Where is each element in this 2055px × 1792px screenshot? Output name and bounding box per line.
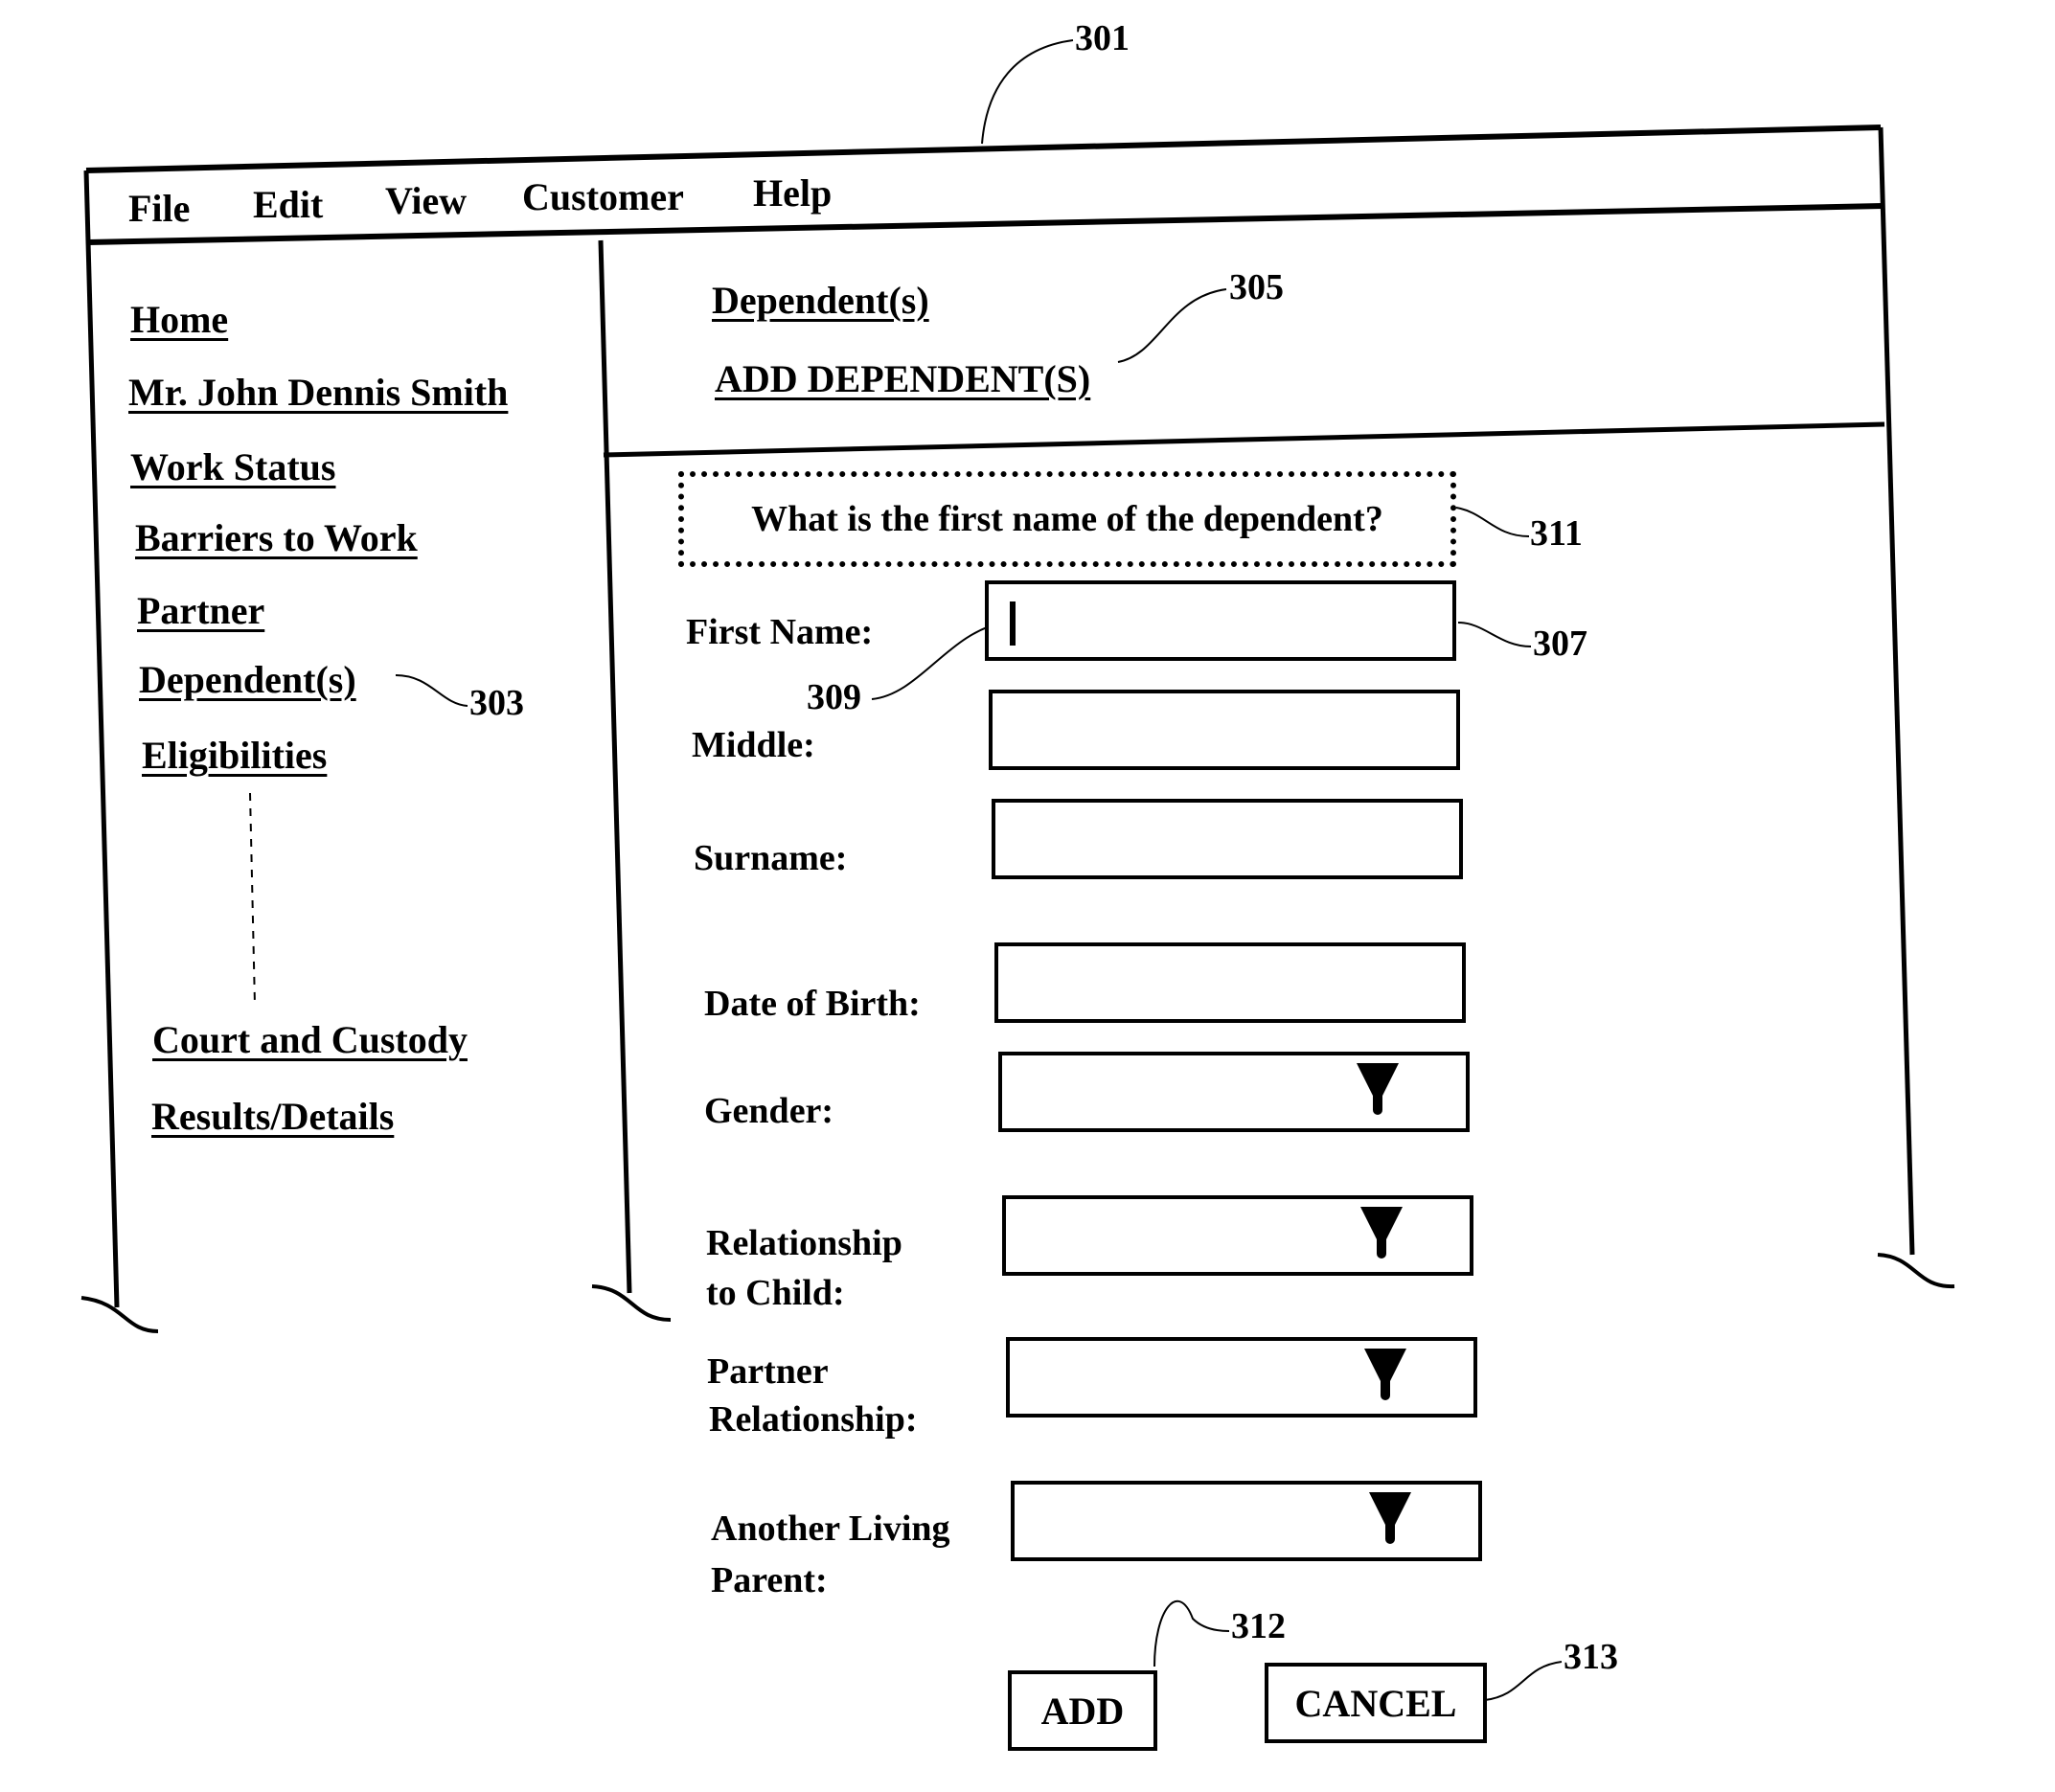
parent-label-line2: Parent:: [711, 1560, 828, 1600]
add-button[interactable]: ADD: [1008, 1670, 1157, 1751]
ref-label-313: 313: [1564, 1637, 1618, 1677]
sidebar-item-court-and-custody[interactable]: Court and Custody: [152, 1017, 468, 1062]
breadcrumb-dependents[interactable]: Dependent(s): [712, 278, 929, 323]
relationship-label-line2: to Child:: [706, 1273, 845, 1313]
ref-label-305: 305: [1229, 267, 1284, 307]
first-name-label: First Name:: [686, 612, 874, 652]
ref-label-307: 307: [1533, 624, 1587, 664]
sidebar-item-customer-name[interactable]: Mr. John Dennis Smith: [128, 370, 508, 415]
text-cursor: [1010, 601, 1016, 646]
surname-label: Surname:: [694, 838, 848, 878]
partner-relationship-select[interactable]: [1006, 1337, 1477, 1418]
middle-input[interactable]: [989, 690, 1460, 770]
sidebar-item-work-status[interactable]: Work Status: [130, 444, 336, 489]
dob-input[interactable]: [994, 942, 1466, 1023]
menu-help[interactable]: Help: [753, 170, 832, 215]
sidebar-item-results-details[interactable]: Results/Details: [151, 1094, 394, 1139]
cancel-button[interactable]: CANCEL: [1265, 1663, 1487, 1743]
middle-label: Middle:: [692, 725, 815, 765]
menu-edit[interactable]: Edit: [253, 182, 323, 227]
parent-label-line1: Another Living: [711, 1508, 950, 1549]
sidebar-item-dependents[interactable]: Dependent(s): [139, 657, 356, 702]
ref-label-301: 301: [1075, 18, 1130, 58]
relationship-to-child-select[interactable]: [1002, 1195, 1473, 1276]
question-prompt: What is the first name of the dependent?: [678, 471, 1456, 567]
ref-label-312: 312: [1231, 1606, 1286, 1646]
gender-label: Gender:: [704, 1091, 834, 1131]
relationship-label-line1: Relationship: [706, 1223, 902, 1263]
another-living-parent-select[interactable]: [1011, 1481, 1482, 1561]
sidebar-item-barriers-to-work[interactable]: Barriers to Work: [135, 515, 418, 560]
sidebar-item-partner[interactable]: Partner: [137, 588, 264, 633]
dob-label: Date of Birth:: [704, 984, 921, 1024]
partner-label-line2: Relationship:: [709, 1399, 918, 1440]
page-title: ADD DEPENDENT(S): [715, 357, 1091, 400]
sidebar-item-eligibilities[interactable]: Eligibilities: [142, 733, 327, 778]
first-name-input[interactable]: [985, 580, 1456, 661]
menu-customer[interactable]: Customer: [522, 174, 684, 219]
menu-view[interactable]: View: [385, 178, 467, 223]
ref-label-303: 303: [469, 683, 524, 723]
ref-label-309: 309: [807, 677, 861, 717]
sidebar-item-home[interactable]: Home: [130, 297, 228, 342]
partner-label-line1: Partner: [707, 1351, 829, 1392]
surname-input[interactable]: [992, 799, 1463, 879]
gender-select[interactable]: [998, 1052, 1470, 1132]
question-prompt-text: What is the first name of the dependent?: [751, 499, 1383, 539]
ref-label-311: 311: [1530, 513, 1583, 554]
menu-file[interactable]: File: [128, 186, 190, 231]
